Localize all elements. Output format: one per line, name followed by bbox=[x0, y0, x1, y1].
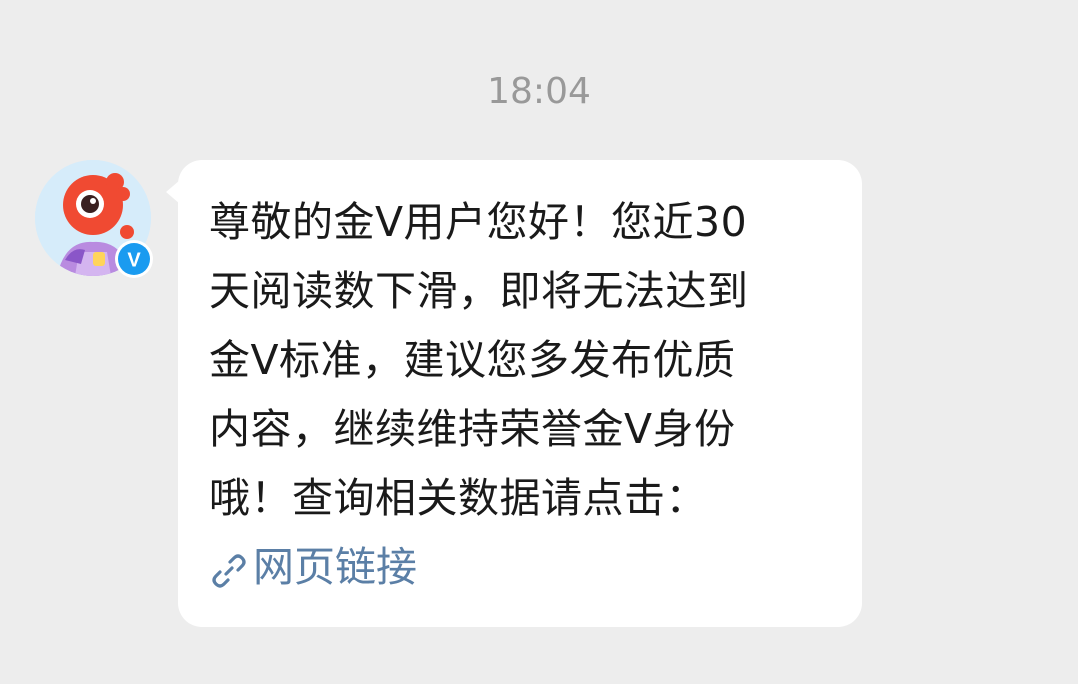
message-timestamp: 18:04 bbox=[487, 71, 591, 112]
link-chain-icon bbox=[212, 553, 246, 588]
web-link[interactable]: 网页链接 bbox=[209, 533, 832, 602]
message-line-4: 内容，继续维持荣誉金V身份 bbox=[209, 405, 736, 453]
badge-letter: V bbox=[127, 250, 141, 272]
sender-avatar[interactable]: V bbox=[35, 160, 153, 278]
link-label[interactable]: 网页链接 bbox=[253, 533, 417, 602]
message-line-5: 哦！查询相关数据请点击： bbox=[209, 474, 707, 522]
message-line-1: 尊敬的金V用户您好！您近30 bbox=[209, 198, 748, 246]
message-bubble[interactable]: 尊敬的金V用户您好！您近30 天阅读数下滑，即将无法达到 金V标准，建议您多发布… bbox=[166, 160, 862, 627]
verified-v-badge-icon: V bbox=[115, 240, 153, 278]
bubble-tail bbox=[166, 180, 180, 204]
message-line-3: 金V标准，建议您多发布优质 bbox=[209, 336, 736, 384]
message-line-2: 天阅读数下滑，即将无法达到 bbox=[209, 267, 749, 315]
